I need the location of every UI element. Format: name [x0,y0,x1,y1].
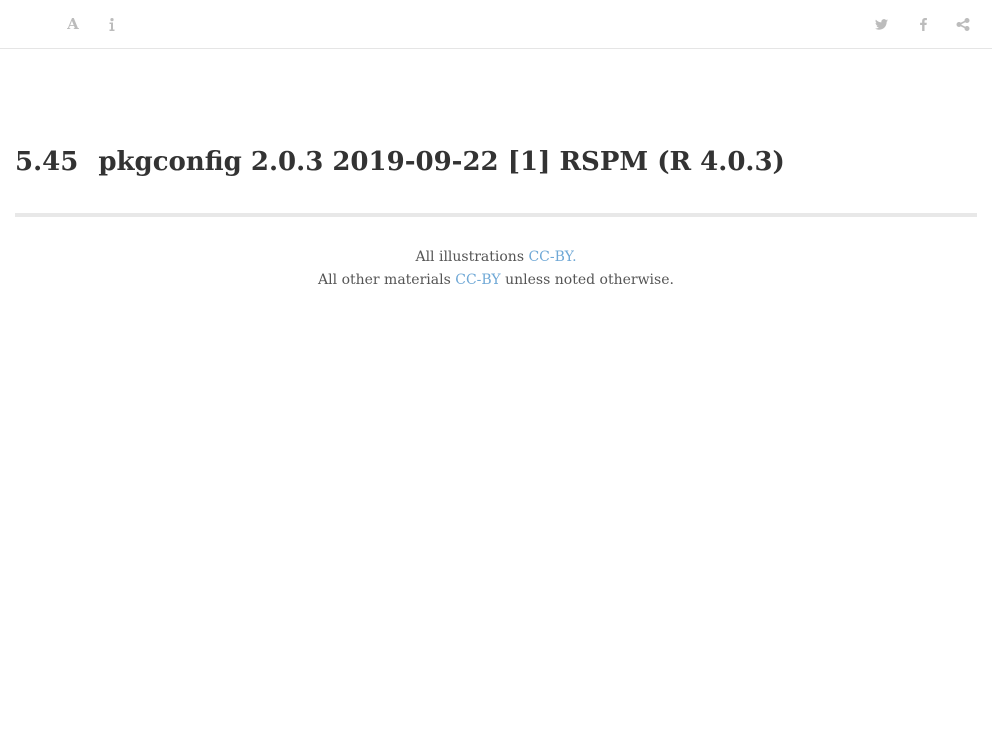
book-toolbar: A [0,0,992,49]
font-settings-icon[interactable]: A [61,12,85,36]
share-icon[interactable] [951,12,975,36]
materials-license-text: All other materials [318,272,456,288]
materials-license-note: unless noted otherwise. [500,272,674,288]
materials-license-line: All other materials CC-BY unless noted o… [0,269,992,292]
section-title: pkgconfig 2.0.3 2019-09-22 [1] RSPM (R 4… [98,147,785,177]
section-number: 5.45 [15,147,79,177]
illustrations-license-text: All illustrations [415,249,529,265]
license-footer: All illustrations CC-BY. All other mater… [0,246,992,292]
materials-license-link[interactable]: CC-BY [455,272,500,288]
font-settings-label: A [67,15,79,33]
illustrations-license-link[interactable]: CC-BY. [528,249,576,265]
facebook-glyph [919,17,927,31]
info-icon[interactable] [100,12,124,36]
facebook-icon[interactable] [911,12,935,36]
share-glyph [956,17,970,31]
info-glyph [109,17,115,31]
illustrations-license-line: All illustrations CC-BY. [0,246,992,269]
twitter-glyph [874,18,888,30]
page-title: 5.45 pkgconfig 2.0.3 2019-09-22 [1] RSPM … [15,140,785,184]
title-divider [15,213,977,217]
twitter-icon[interactable] [869,12,893,36]
